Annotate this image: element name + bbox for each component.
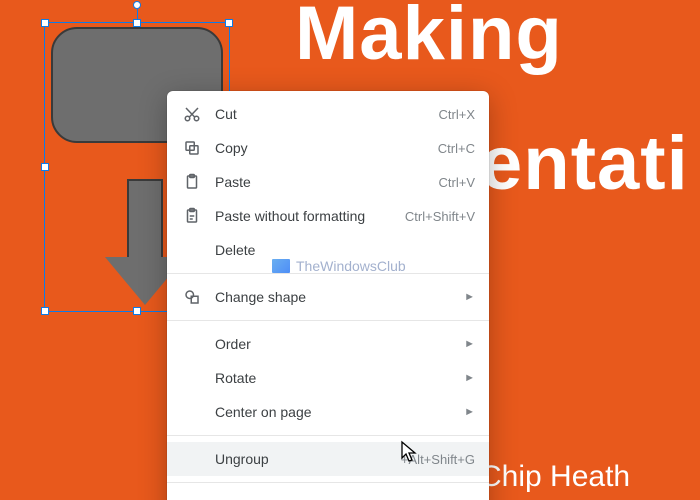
menu-paste-label: Paste — [215, 174, 427, 190]
menu-comment[interactable]: Comment Ctrl+Alt+M — [167, 489, 489, 500]
submenu-arrow-icon: ► — [464, 406, 475, 418]
menu-change-shape-label: Change shape — [215, 289, 456, 305]
menu-copy-label: Copy — [215, 140, 426, 156]
rotate-handle[interactable] — [133, 1, 141, 9]
blank-icon — [181, 367, 203, 389]
slide-title-line1: Making — [295, 0, 563, 77]
menu-paste[interactable]: Paste Ctrl+V — [167, 165, 489, 199]
menu-order[interactable]: Order ► — [167, 327, 489, 361]
comment-icon — [181, 495, 203, 500]
menu-order-label: Order — [215, 336, 456, 352]
menu-ungroup-shortcut: +Alt+Shift+G — [401, 452, 475, 467]
blank-icon — [181, 401, 203, 423]
resize-handle-tl[interactable] — [41, 19, 49, 27]
blank-icon — [181, 333, 203, 355]
submenu-arrow-icon: ► — [464, 291, 475, 303]
slide-title-line2: entati — [480, 120, 689, 207]
menu-delete-label: Delete — [215, 242, 475, 258]
resize-handle-ml[interactable] — [41, 163, 49, 171]
resize-handle-tm[interactable] — [133, 19, 141, 27]
menu-cut-label: Cut — [215, 106, 427, 122]
menu-copy[interactable]: Copy Ctrl+C — [167, 131, 489, 165]
menu-paste-plain-label: Paste without formatting — [215, 208, 393, 224]
resize-handle-bl[interactable] — [41, 307, 49, 315]
blank-icon — [181, 239, 203, 261]
menu-rotate-label: Rotate — [215, 370, 456, 386]
menu-ungroup[interactable]: Ungroup +Alt+Shift+G — [167, 442, 489, 476]
menu-separator — [167, 435, 489, 436]
resize-handle-tr[interactable] — [225, 19, 233, 27]
menu-separator — [167, 482, 489, 483]
menu-paste-shortcut: Ctrl+V — [439, 175, 475, 190]
watermark: TheWindowsClub — [272, 258, 406, 274]
menu-copy-shortcut: Ctrl+C — [438, 141, 475, 156]
menu-paste-without-formatting[interactable]: Paste without formatting Ctrl+Shift+V — [167, 199, 489, 233]
menu-ungroup-label: Ungroup — [215, 451, 389, 467]
blank-icon — [181, 448, 203, 470]
change-shape-icon — [181, 286, 203, 308]
menu-separator — [167, 320, 489, 321]
watermark-text: TheWindowsClub — [296, 258, 406, 274]
menu-cut-shortcut: Ctrl+X — [439, 107, 475, 122]
menu-center-label: Center on page — [215, 404, 456, 420]
menu-cut[interactable]: Cut Ctrl+X — [167, 97, 489, 131]
copy-icon — [181, 137, 203, 159]
menu-paste-plain-shortcut: Ctrl+Shift+V — [405, 209, 475, 224]
menu-rotate[interactable]: Rotate ► — [167, 361, 489, 395]
menu-change-shape[interactable]: Change shape ► — [167, 280, 489, 314]
submenu-arrow-icon: ► — [464, 372, 475, 384]
submenu-arrow-icon: ► — [464, 338, 475, 350]
cut-icon — [181, 103, 203, 125]
watermark-logo-icon — [272, 259, 290, 273]
menu-center-on-page[interactable]: Center on page ► — [167, 395, 489, 429]
slide-canvas[interactable]: Making entati Chip Heath Cut Ctrl+X — [0, 0, 700, 500]
slide-author: Chip Heath — [480, 460, 630, 494]
paste-plain-icon — [181, 205, 203, 227]
paste-icon — [181, 171, 203, 193]
context-menu: Cut Ctrl+X Copy Ctrl+C Paste Ctrl+V Past… — [167, 91, 489, 500]
